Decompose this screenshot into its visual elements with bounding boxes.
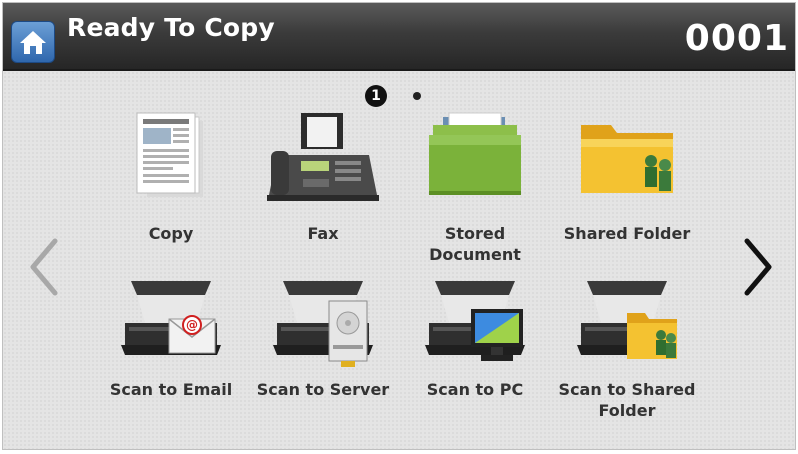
app-scan-to-server[interactable]: Scan to Server [253, 279, 393, 429]
page-dot-next[interactable] [413, 92, 421, 100]
fax-machine-icon [267, 113, 379, 201]
app-scan-to-email[interactable]: @ Scan to Email [101, 279, 241, 429]
svg-text:@: @ [186, 318, 198, 332]
status-header: Ready To Copy 0001 [3, 3, 795, 71]
printer-home-screen: Ready To Copy 0001 1 Copy Fax Stored Doc… [2, 2, 796, 450]
scan-to-pc-icon [425, 281, 525, 361]
app-label: Fax [307, 224, 339, 243]
app-stored-document[interactable]: Stored Document [405, 111, 545, 264]
app-label: Scan to Shared Folder [558, 380, 696, 420]
app-scan-to-shared-folder[interactable]: Scan to Shared Folder [557, 279, 697, 429]
previous-page-arrow-icon[interactable] [25, 235, 65, 299]
app-label: Scan to Email [109, 380, 233, 399]
app-label: Shared Folder [563, 224, 691, 243]
app-fax[interactable]: Fax [253, 111, 393, 261]
app-label: Stored Document [429, 224, 521, 264]
page-dot-current[interactable]: 1 [365, 85, 387, 107]
app-copy[interactable]: Copy [101, 111, 241, 261]
app-label: Copy [148, 224, 194, 243]
app-label: Scan to PC [426, 380, 524, 399]
shared-folder-icon [581, 125, 673, 193]
app-label: Scan to Server [256, 380, 390, 399]
next-page-arrow-icon[interactable] [737, 235, 777, 299]
scan-to-server-icon [273, 281, 373, 367]
copy-document-icon [136, 112, 203, 197]
app-scan-to-pc[interactable]: Scan to PC [405, 279, 545, 429]
home-button[interactable] [11, 21, 55, 63]
page-indicator: 1 [365, 85, 421, 107]
app-shared-folder[interactable]: Shared Folder [557, 111, 697, 261]
status-title: Ready To Copy [67, 13, 275, 42]
home-icon [20, 31, 46, 54]
stored-document-folder-icon [429, 112, 521, 195]
copy-counter: 0001 [684, 18, 789, 59]
scan-to-shared-folder-icon [577, 281, 677, 359]
scan-to-email-icon: @ [121, 281, 221, 355]
